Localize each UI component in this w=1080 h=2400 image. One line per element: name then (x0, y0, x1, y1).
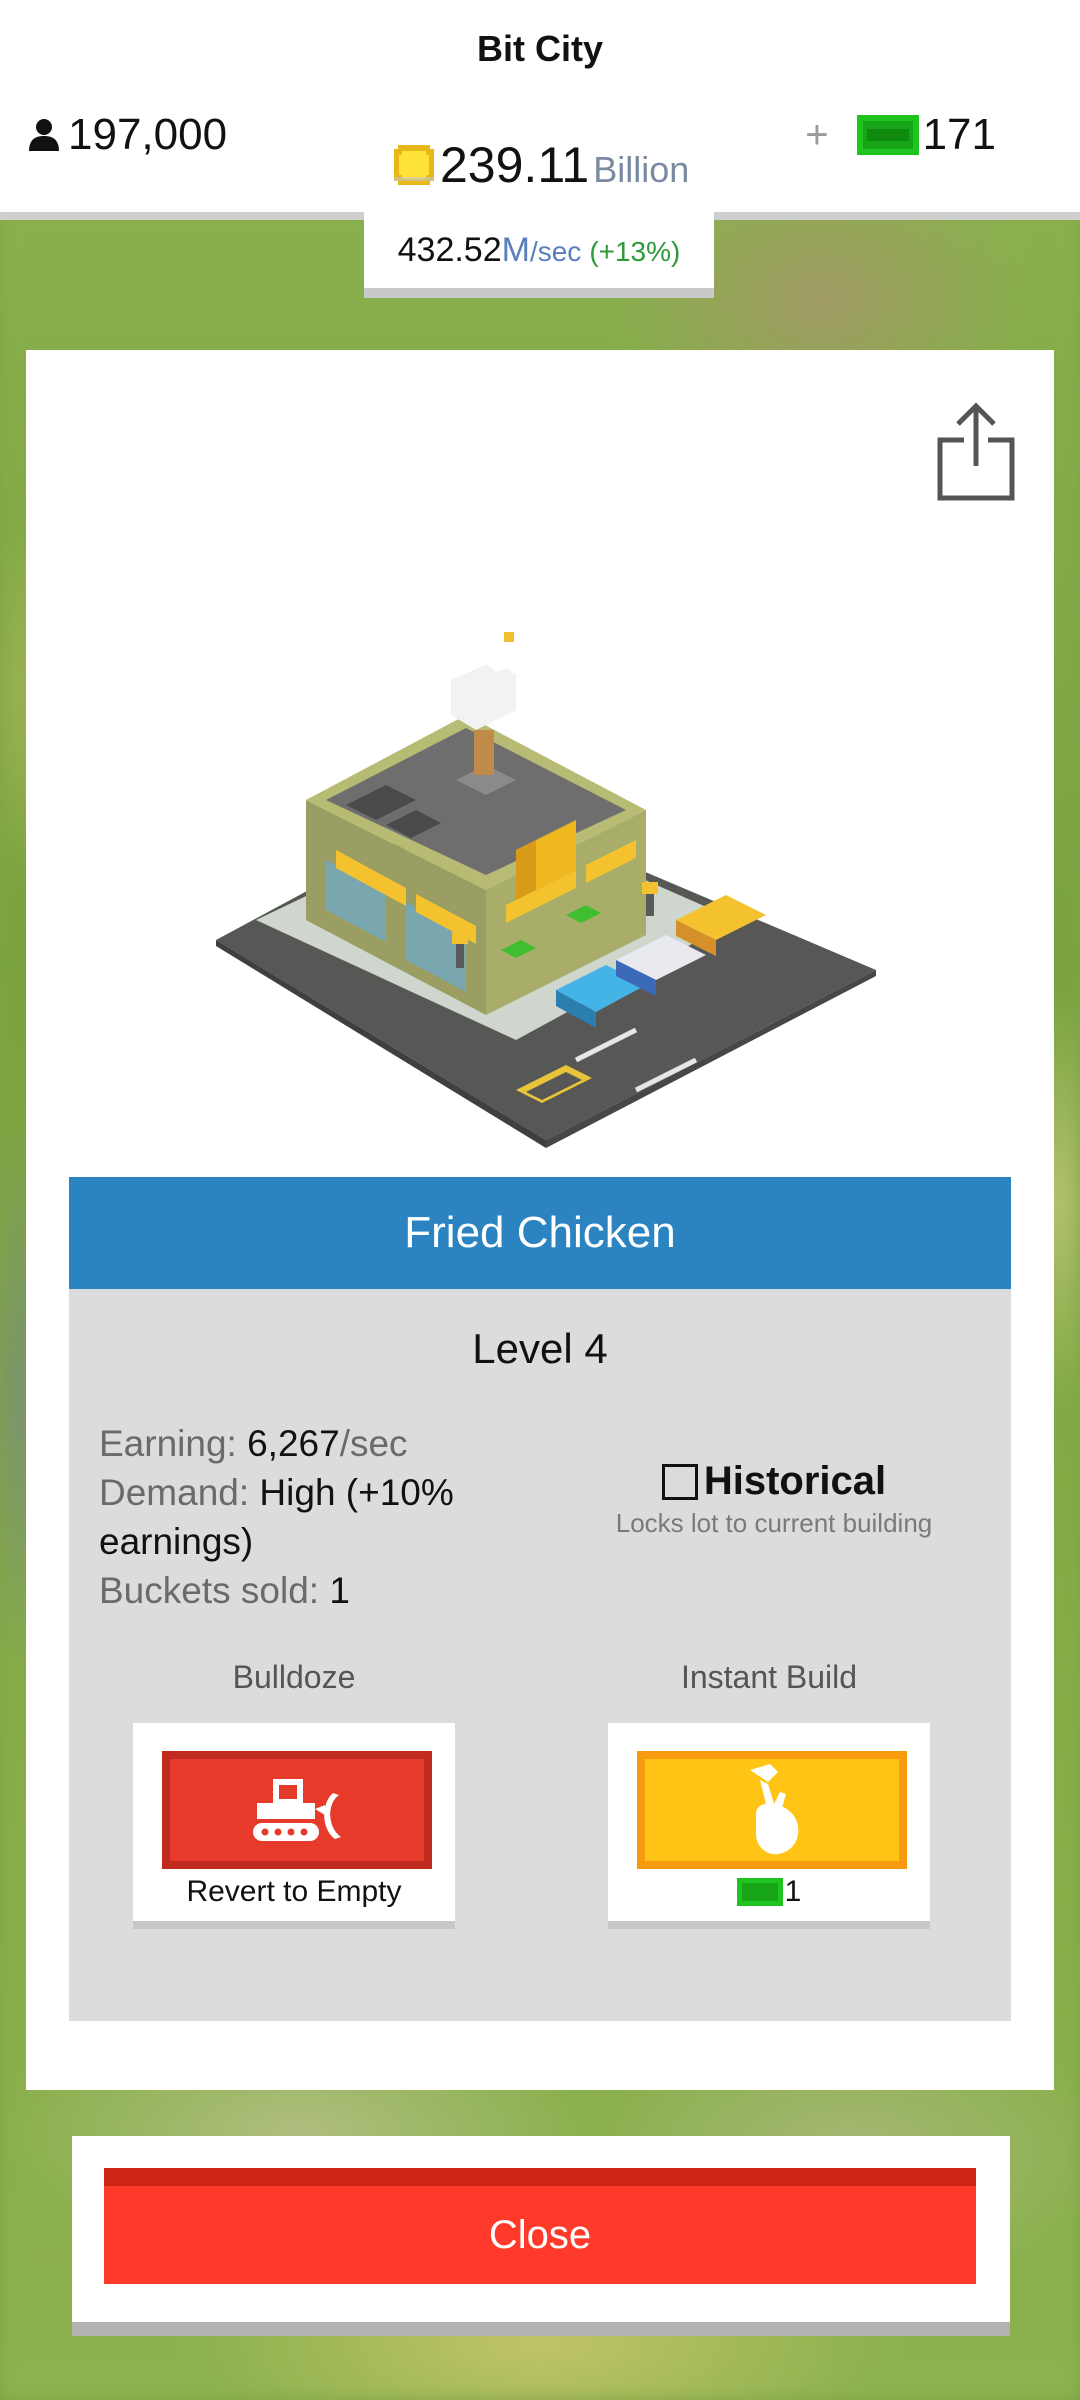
population-counter: 197,000 (26, 108, 227, 162)
historical-label: Historical (703, 1459, 887, 1503)
earning-label: Earning: (99, 1423, 237, 1464)
historical-toggle[interactable]: Historical Locks lot to current building (594, 1459, 954, 1539)
top-status-bar: Bit City 197,000 239.11 Billion + 171 (0, 0, 1080, 220)
close-button[interactable]: Close (104, 2168, 976, 2284)
hammer-hand-icon (750, 1764, 799, 1855)
building-level: Level 4 (472, 1325, 608, 1372)
bulldoze-card[interactable]: Revert to Empty (133, 1723, 455, 1929)
historical-row: Historical (594, 1459, 954, 1504)
earning-row: Earning: 6,267/sec (99, 1419, 529, 1468)
instant-build-cost-value: 1 (784, 1875, 802, 1908)
instant-build-card[interactable]: 1 (608, 1723, 930, 1929)
instant-build-button[interactable] (637, 1751, 907, 1869)
bulldozer-icon (253, 1779, 341, 1841)
coin-balance: 239.11 Billion (390, 130, 689, 200)
close-label: Close (488, 2212, 592, 2257)
income-per-second: /sec (529, 236, 582, 267)
building-stats: Earning: 6,267/sec Demand: High (+10% ea… (99, 1419, 529, 1615)
coin-icon (394, 145, 434, 185)
demand-label: Demand: (99, 1472, 250, 1513)
sold-value: 1 (329, 1570, 350, 1611)
sold-label: Buckets sold: (99, 1570, 320, 1611)
income-value: 432.52 (397, 230, 502, 269)
income-unit: M (501, 230, 530, 269)
close-container: Close (72, 2136, 1010, 2336)
bulldoze-button[interactable] (162, 1751, 432, 1869)
building-title-bar: Fried Chicken (69, 1177, 1011, 1289)
person-icon (29, 119, 59, 151)
building-image (216, 632, 876, 1148)
demand-row: Demand: High (+10% earnings) (99, 1468, 529, 1566)
building-name: Fried Chicken (404, 1208, 676, 1257)
app-title: Bit City (477, 28, 603, 69)
cash-balance[interactable]: + 171 (805, 108, 996, 162)
sold-row: Buckets sold: 1 (99, 1566, 529, 1615)
bulldoze-caption: Revert to Empty (186, 1875, 402, 1908)
building-info: Level 4 Earning: 6,267/sec Demand: High … (69, 1289, 1011, 2021)
historical-description: Locks lot to current building (615, 1508, 933, 1538)
historical-checkbox[interactable] (661, 1463, 698, 1500)
bulldoze-label: Bulldoze (232, 1659, 356, 1695)
cash-icon (736, 1878, 783, 1906)
plus-icon[interactable]: + (805, 113, 828, 158)
earning-unit: /sec (339, 1423, 408, 1464)
cash-value: 171 (922, 110, 996, 159)
bulldoze-section: Bulldoze Revert to Empty (133, 1655, 455, 1929)
population-value: 197,000 (68, 110, 228, 159)
share-button[interactable] (934, 400, 1018, 504)
instant-build-label: Instant Build (680, 1659, 858, 1695)
building-details-panel: Fried Chicken Level 4 Earning: 6,267/sec… (26, 350, 1054, 2090)
share-icon (937, 402, 1015, 501)
cash-icon (856, 115, 919, 155)
earning-value: 6,267 (247, 1423, 340, 1464)
income-rate-tab: 432.52 M /sec (+13%) (364, 212, 714, 298)
income-boost: (+13%) (589, 236, 681, 267)
coin-unit: Billion (593, 149, 690, 190)
coin-value: 239.11 (440, 137, 590, 193)
instant-build-cost: 1 (608, 1875, 930, 1909)
instant-build-section: Instant Build 1 (608, 1655, 930, 1929)
